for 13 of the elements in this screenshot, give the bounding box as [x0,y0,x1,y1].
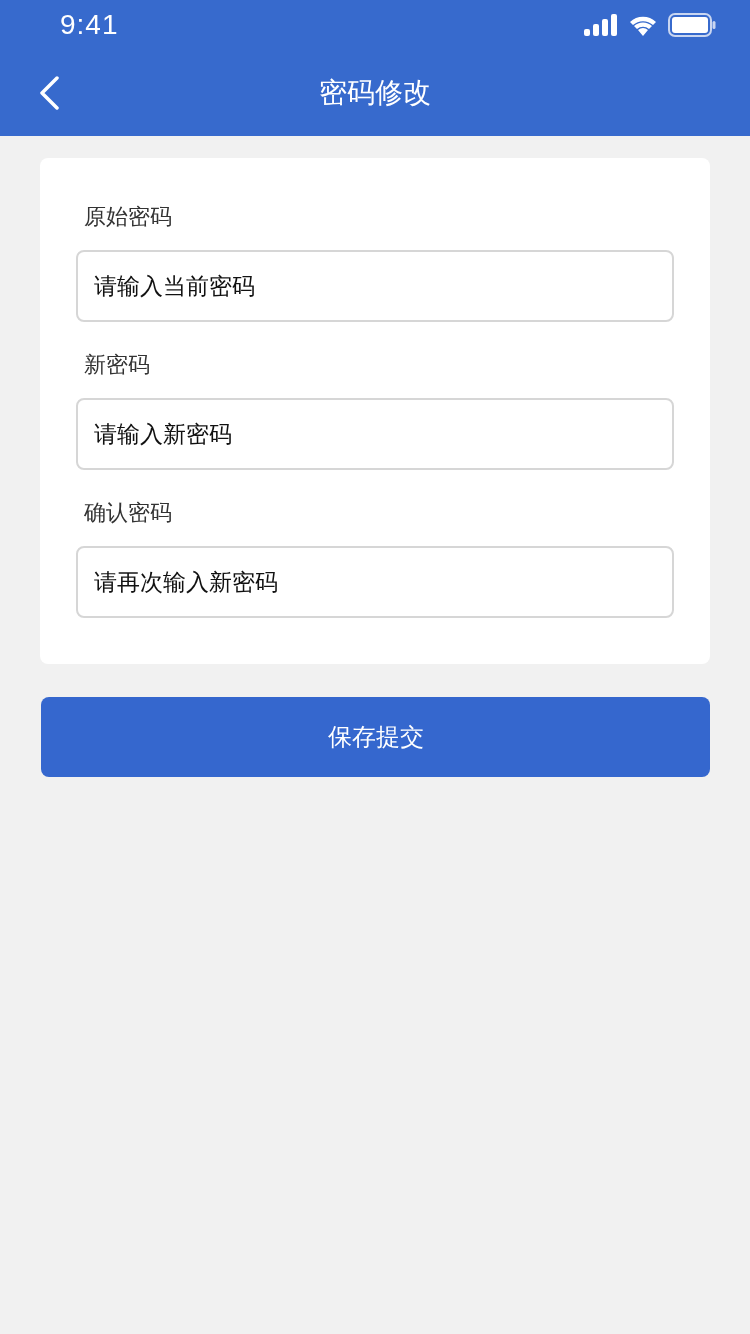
battery-icon [668,13,716,37]
field-label: 新密码 [84,351,151,379]
submit-button[interactable]: 保存提交 [41,697,710,777]
password-field[interactable]: 请输入当前密码 [76,250,674,322]
status-time: 9:41 [60,9,119,41]
field-label: 确认密码 [84,499,173,527]
password-field[interactable]: 请再次输入新密码 [76,546,674,618]
wifi-icon [628,14,658,36]
page-title: 密码修改 [319,75,431,111]
field-label: 原始密码 [84,203,173,231]
back-icon[interactable] [38,76,60,110]
password-field[interactable]: 请输入新密码 [76,398,674,470]
signal-icon [584,14,618,36]
